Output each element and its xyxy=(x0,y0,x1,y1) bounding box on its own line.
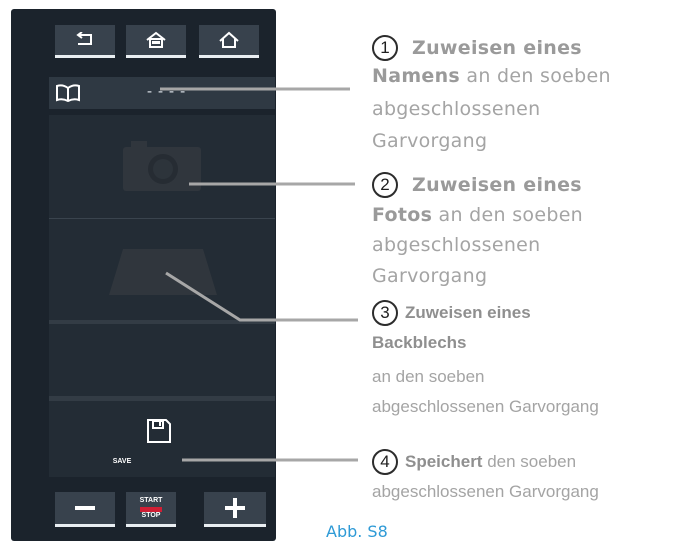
callout-1-number: 1 xyxy=(372,35,398,61)
callout-1-text-2: abgeschlossenen xyxy=(372,98,541,120)
callout-1-text: Namens an den soeben xyxy=(372,65,611,87)
callout-2-number: 2 xyxy=(372,172,398,198)
callout-3-lead: Zuweisen eines xyxy=(405,303,531,322)
callout-3-text: an den soeben xyxy=(372,367,485,386)
callout-2-lead: Zuweisen eines xyxy=(412,174,582,196)
callout-1-text-3: Garvorgang xyxy=(372,130,488,152)
callout-3-bold: Backblechs xyxy=(372,333,467,352)
callout-3-number: 3 xyxy=(372,300,398,326)
callout-3-text-2: abgeschlossenen Garvorgang xyxy=(372,397,599,416)
callout-1-lead: Zuweisen eines xyxy=(412,37,582,59)
callout-4-text-2: abgeschlossenen Garvorgang xyxy=(372,482,599,501)
callout-2-text-2: abgeschlossenen xyxy=(372,234,541,256)
callout-2-text: Fotos an den soeben xyxy=(372,204,584,226)
callout-4-number: 4 xyxy=(372,449,398,475)
callout-4-text: Speichert den soeben xyxy=(405,452,577,471)
callout-2-text-3: Garvorgang xyxy=(372,265,488,287)
figure-label: Abb. S8 xyxy=(326,522,388,541)
